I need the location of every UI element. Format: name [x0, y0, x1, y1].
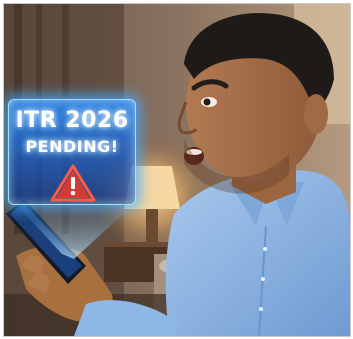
image-frame: ITR 2026 PENDING!: [3, 3, 351, 337]
itr-alert-hologram: ITR 2026 PENDING!: [8, 99, 136, 205]
warning-triangle-icon: [50, 164, 96, 202]
alert-title: ITR 2026: [15, 108, 129, 133]
alert-subtitle: PENDING!: [25, 137, 119, 156]
